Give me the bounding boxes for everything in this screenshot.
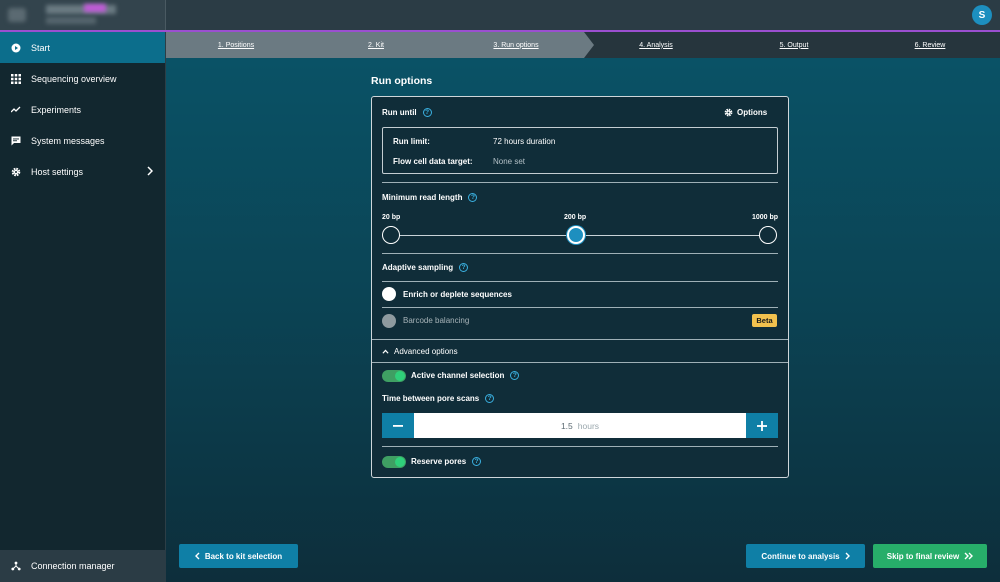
page-title: Run options (371, 75, 433, 87)
activity-icon (11, 105, 21, 115)
active-channel-toggle[interactable] (382, 370, 406, 382)
run-options-button[interactable]: Options (724, 108, 767, 117)
pore-scan-stepper[interactable]: 1.5 hours (382, 413, 778, 438)
setup-stepper: 1. Positions 2. Kit 3. Run options 4. An… (166, 32, 1000, 58)
slider-stop-20bp[interactable] (382, 226, 400, 244)
step-output[interactable]: 5. Output (724, 32, 864, 58)
sidebar-item-sequencing-overview[interactable]: Sequencing overview (0, 63, 165, 94)
pore-scan-value[interactable]: 1.5 hours (382, 413, 778, 438)
sidebar-item-label: Experiments (31, 104, 82, 115)
sidebar-item-label: Start (31, 42, 51, 53)
divider (382, 281, 778, 282)
min-read-length-heading: Minimum read length? (382, 193, 478, 203)
step-kit[interactable]: 2. Kit (306, 32, 446, 58)
help-icon[interactable]: ? (485, 394, 495, 404)
slider-handle-200bp[interactable] (567, 226, 585, 244)
sidebar-item-label: Sequencing overview (31, 73, 117, 84)
chevron-up-icon (382, 349, 389, 354)
run-options-card: Run until? Options Run limit: 72 hours d… (371, 96, 789, 478)
sidebar-item-label: System messages (31, 135, 105, 146)
advanced-options-toggle[interactable]: Advanced options (382, 347, 458, 356)
active-channel-heading: Active channel selection? (411, 371, 520, 381)
tick-label-1000bp: 1000 bp (752, 214, 779, 221)
help-icon[interactable]: ? (422, 108, 432, 118)
divider (372, 362, 788, 363)
help-icon[interactable]: ? (472, 457, 482, 467)
enrich-deplete-radio[interactable] (382, 287, 396, 301)
enrich-deplete-label: Enrich or deplete sequences (403, 290, 512, 299)
help-icon[interactable]: ? (468, 193, 478, 203)
increment-button[interactable] (746, 413, 778, 438)
beta-badge: Beta (752, 314, 777, 327)
pore-scan-heading: Time between pore scans? (382, 394, 495, 404)
barcode-balancing-label: Barcode balancing (403, 316, 470, 325)
grid-icon (11, 73, 21, 84)
back-to-kit-button[interactable]: Back to kit selection (179, 544, 298, 568)
message-icon (11, 136, 21, 146)
sidebar: Start Sequencing overview Experiments Sy… (0, 32, 166, 582)
app-logo[interactable] (0, 0, 166, 30)
run-limit-summary[interactable]: Run limit: 72 hours duration Flow cell d… (382, 127, 778, 174)
reserve-pores-toggle[interactable] (382, 456, 406, 468)
sidebar-item-host-settings[interactable]: Host settings (0, 156, 165, 187)
step-review[interactable]: 6. Review (860, 32, 1000, 58)
gear-icon (724, 108, 733, 117)
help-icon[interactable]: ? (459, 263, 469, 273)
run-limit-value: 72 hours duration (493, 137, 556, 146)
divider (372, 339, 788, 340)
step-run-options[interactable]: 3. Run options (446, 32, 586, 58)
continue-to-analysis-button[interactable]: Continue to analysis (746, 544, 865, 568)
step-analysis[interactable]: 4. Analysis (586, 32, 726, 58)
data-target-label: Flow cell data target: (393, 157, 473, 166)
barcode-balancing-radio[interactable] (382, 314, 396, 328)
sidebar-item-experiments[interactable]: Experiments (0, 94, 165, 125)
sidebar-item-system-messages[interactable]: System messages (0, 125, 165, 156)
main-content: Run options Run until? Options Run limit… (166, 58, 1000, 582)
divider (382, 307, 778, 308)
play-circle-icon (11, 43, 21, 53)
divider (382, 182, 778, 183)
sidebar-item-start[interactable]: Start (0, 32, 165, 63)
slider-stop-1000bp[interactable] (759, 226, 777, 244)
divider (382, 446, 778, 447)
minus-icon (393, 424, 403, 427)
run-limit-label: Run limit: (393, 137, 430, 146)
chevron-right-icon (147, 166, 154, 178)
network-icon (11, 561, 21, 571)
tick-label-20bp: 20 bp (382, 214, 401, 221)
connection-manager-button[interactable]: Connection manager (0, 550, 166, 582)
skip-to-review-button[interactable]: Skip to final review (873, 544, 987, 568)
top-bar: S (0, 0, 1000, 32)
sidebar-item-label: Host settings (31, 166, 84, 177)
divider (382, 253, 778, 254)
double-chevron-right-icon (964, 552, 974, 560)
connection-manager-label: Connection manager (31, 561, 115, 571)
user-avatar[interactable]: S (972, 5, 992, 25)
reserve-pores-heading: Reserve pores? (411, 457, 482, 467)
tick-label-200bp: 200 bp (564, 214, 587, 221)
run-until-heading: Run until? (382, 108, 432, 118)
data-target-value: None set (493, 157, 526, 166)
gear-icon (11, 167, 21, 177)
adaptive-sampling-heading: Adaptive sampling? (382, 263, 469, 273)
chevron-right-icon (845, 552, 850, 560)
decrement-button[interactable] (382, 413, 414, 438)
help-icon[interactable]: ? (510, 371, 520, 381)
step-positions[interactable]: 1. Positions (166, 32, 306, 58)
chevron-left-icon (194, 552, 200, 560)
plus-icon (757, 420, 767, 431)
